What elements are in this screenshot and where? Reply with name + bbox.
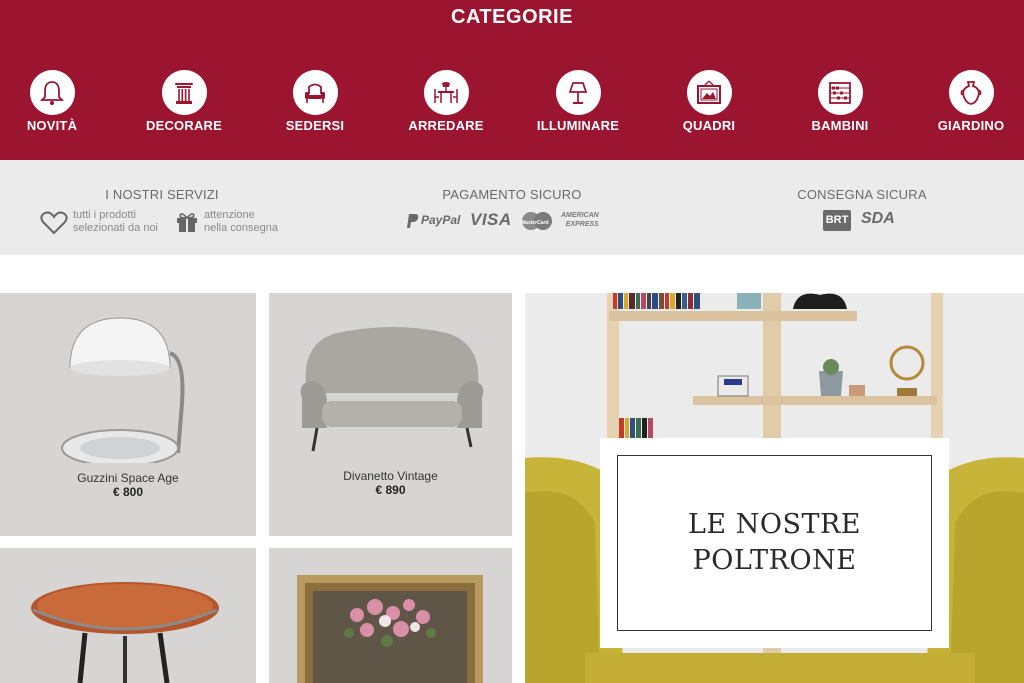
category-label: NOVITÀ [26, 118, 78, 133]
categories-title: CATEGORIE [451, 6, 573, 28]
product-price: € 800 [112, 485, 144, 499]
lamp-icon [555, 70, 601, 115]
category-quadri[interactable]: QUADRI [644, 70, 774, 133]
heart-icon [40, 211, 68, 240]
category-label: BAMBINI [811, 118, 869, 133]
category-label: QUADRI [682, 118, 736, 133]
hero-title-line1: LE NOSTRE [687, 509, 862, 540]
paypal-icon [407, 214, 419, 233]
sofa-image [300, 327, 484, 452]
category-label: DECORARE [146, 118, 222, 133]
hero-title-card: LE NOSTRE POLTRONE [600, 438, 949, 648]
product-price: € 890 [375, 483, 406, 497]
category-label: GIARDINO [937, 118, 1005, 133]
table-image [31, 582, 219, 683]
product-card-table[interactable] [0, 548, 256, 683]
picture-frame-icon [686, 70, 732, 115]
category-arredare[interactable]: ARREDARE [381, 70, 511, 133]
vase-icon [948, 70, 994, 115]
delivery-title: CONSEGNA SICURA [797, 187, 927, 202]
category-sedersi[interactable]: SEDERSI [250, 70, 380, 133]
hero-title-line2: POLTRONE [692, 545, 857, 576]
category-label: ILLUMINARE [536, 118, 620, 133]
sda-logo: SDA [861, 210, 895, 227]
column-icon [161, 70, 207, 115]
table-chairs-icon [423, 70, 469, 115]
painting-image [297, 575, 483, 683]
services-bar: I NOSTRI SERVIZI tutti i prodotti selezi… [0, 160, 1024, 255]
hero-title-frame: LE NOSTRE POLTRONE [617, 455, 932, 631]
category-novita[interactable]: NOVITÀ [0, 70, 117, 133]
abacus-icon [817, 70, 863, 115]
brt-logo: BRT [823, 210, 851, 231]
category-decorare[interactable]: DECORARE [119, 70, 249, 133]
category-label: SEDERSI [285, 118, 345, 133]
category-label: ARREDARE [408, 118, 484, 133]
service-careful-delivery: attenzione nella consegna [204, 209, 279, 234]
service-selected-products: tutti i prodotti selezionati da noi [73, 209, 159, 234]
payment-title: PAGAMENTO SICURO [442, 187, 582, 202]
services-title: I NOSTRI SERVIZI [105, 187, 219, 202]
gift-icon [175, 210, 199, 239]
amex-logo: AMERICAN EXPRESS [561, 212, 599, 228]
mastercard-logo: MasterCard [521, 220, 549, 226]
categories-banner: CATEGORIE NOVITÀ DECORARE SEDERSI ARREDA… [0, 0, 1024, 160]
category-giardino[interactable]: GIARDINO [906, 70, 1024, 133]
visa-logo: VISA [470, 210, 512, 229]
category-illuminare[interactable]: ILLUMINARE [513, 70, 643, 133]
lamp-image [61, 317, 185, 463]
product-name: Divanetto Vintage [343, 469, 438, 483]
armchair-icon [292, 70, 338, 115]
hero-armchairs-banner[interactable]: LE NOSTRE POLTRONE [525, 293, 1024, 683]
product-card-painting[interactable] [269, 548, 512, 683]
product-card-sofa[interactable]: Divanetto Vintage € 890 [269, 293, 512, 536]
product-card-lamp[interactable]: Guzzini Space Age € 800 [0, 293, 256, 536]
bell-icon [29, 70, 75, 115]
product-name: Guzzini Space Age [77, 471, 179, 485]
paypal-logo: PayPal [421, 213, 461, 227]
category-bambini[interactable]: BAMBINI [775, 70, 905, 133]
